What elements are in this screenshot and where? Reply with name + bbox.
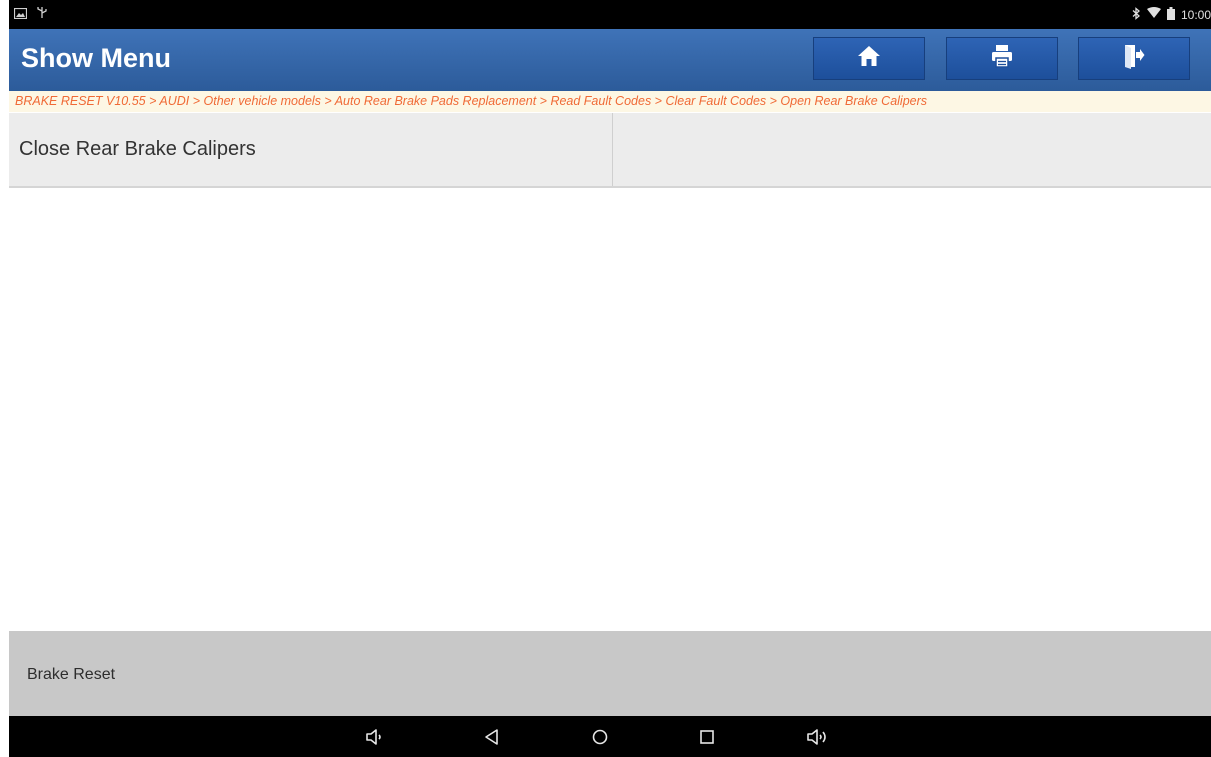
status-bar: 10:00 xyxy=(9,0,1211,29)
volume-down-icon[interactable] xyxy=(365,726,387,748)
status-right: 10:00 xyxy=(1131,0,1211,29)
volume-up-icon[interactable] xyxy=(806,726,828,748)
battery-icon xyxy=(1166,6,1175,23)
wifi-icon xyxy=(1146,7,1161,22)
title-bar: Show Menu xyxy=(9,29,1211,91)
footer-bar: Brake Reset xyxy=(9,631,1211,716)
navigation-bar xyxy=(9,716,1211,757)
exit-icon xyxy=(1123,43,1145,74)
bluetooth-icon xyxy=(1131,6,1141,23)
home-button[interactable] xyxy=(813,37,925,80)
footer-label: Brake Reset xyxy=(27,666,116,683)
app-screen: 10:00 Show Menu BRAKE RESET V10.55 > AUD… xyxy=(9,0,1211,757)
usb-icon xyxy=(36,6,48,24)
recents-icon[interactable] xyxy=(696,726,718,748)
status-left xyxy=(13,0,48,29)
home-icon xyxy=(857,45,881,72)
home-circle-icon[interactable] xyxy=(589,726,611,748)
page-title: Show Menu xyxy=(21,43,171,73)
print-icon xyxy=(990,44,1014,73)
back-icon[interactable] xyxy=(481,726,503,748)
menu-row: Close Rear Brake Calipers xyxy=(9,113,1211,188)
print-button[interactable] xyxy=(946,37,1058,80)
image-icon xyxy=(13,6,28,24)
exit-button[interactable] xyxy=(1078,37,1190,80)
status-time: 10:00 xyxy=(1180,7,1211,22)
menu-item-close-rear-brake-calipers[interactable]: Close Rear Brake Calipers xyxy=(9,113,613,186)
menu-item-label: Close Rear Brake Calipers xyxy=(19,138,256,160)
breadcrumb: BRAKE RESET V10.55 > AUDI > Other vehicl… xyxy=(9,91,1211,112)
menu-item-empty[interactable] xyxy=(614,113,1211,186)
